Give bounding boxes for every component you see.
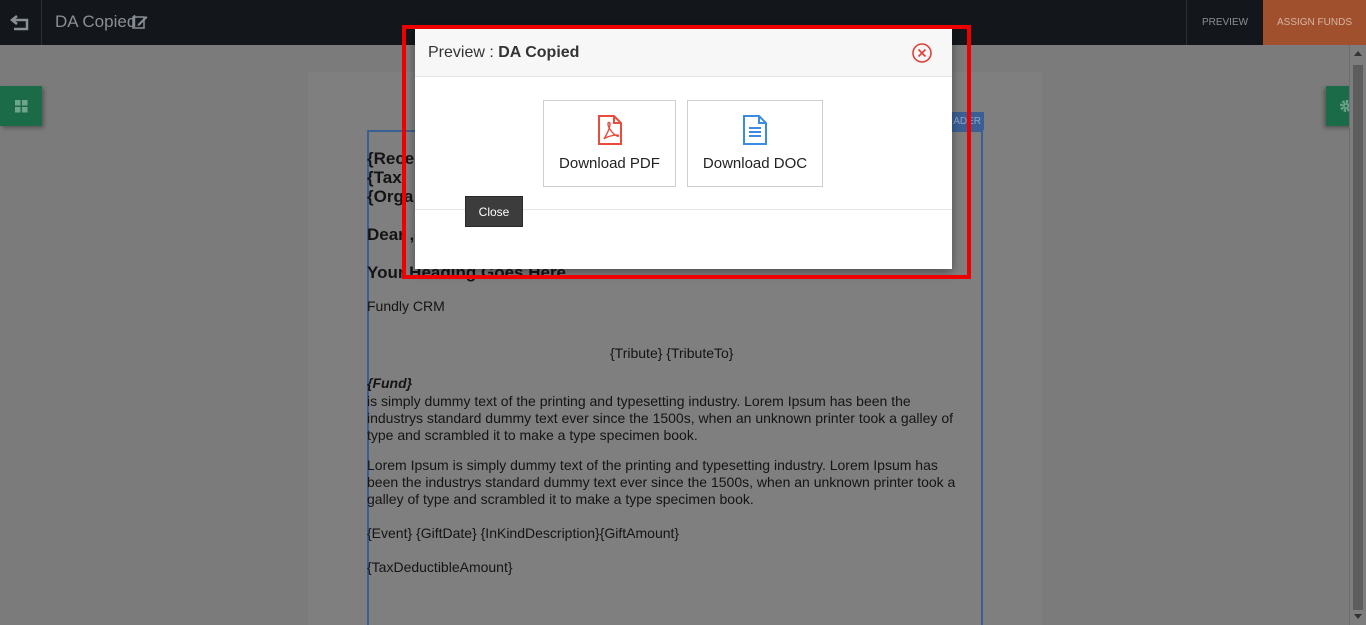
- grid-icon: [14, 99, 27, 112]
- layout-panel-button[interactable]: [0, 86, 42, 126]
- download-pdf-button[interactable]: Download PDF: [543, 100, 676, 187]
- tribute-text: {Tribute} {TributeTo}: [610, 345, 734, 361]
- fund-field: {Fund}: [367, 375, 413, 391]
- gift-fields: {Event} {GiftDate} {InKindDescription}{G…: [367, 525, 680, 541]
- vertical-scrollbar[interactable]: [1349, 45, 1366, 625]
- back-button[interactable]: [0, 0, 42, 45]
- modal-title-name: DA Copied: [498, 44, 580, 61]
- download-pdf-label: Download PDF: [559, 155, 660, 172]
- doc-file-icon: [743, 115, 767, 145]
- download-doc-label: Download DOC: [702, 155, 808, 172]
- close-button[interactable]: Close: [465, 196, 523, 227]
- modal-header: Preview : DA Copied: [415, 29, 952, 77]
- scroll-up-icon[interactable]: [1354, 51, 1362, 56]
- assign-funds-button[interactable]: ASSIGN FUNDS: [1263, 0, 1366, 45]
- preview-button[interactable]: PREVIEW: [1186, 0, 1263, 45]
- download-doc-button[interactable]: Download DOC: [687, 100, 823, 187]
- paragraph-2: Lorem Ipsum is simply dummy text of the …: [367, 457, 956, 507]
- tax-field: {Tax: [367, 168, 402, 187]
- tax-deductible-field: {TaxDeductibleAmount}: [367, 559, 513, 575]
- edit-icon[interactable]: [132, 14, 148, 30]
- paragraph-1: is simply dummy text of the printing and…: [367, 393, 953, 443]
- modal-title: Preview : DA Copied: [428, 44, 579, 62]
- modal-body: Download PDF Download DOC: [415, 77, 952, 210]
- receipt-field: {Rece: [367, 149, 415, 168]
- page-title: DA Copied: [55, 12, 137, 31]
- modal-title-prefix: Preview :: [428, 44, 499, 61]
- back-arrow-icon: [9, 14, 28, 30]
- scroll-down-icon[interactable]: [1354, 614, 1362, 619]
- organization-name: Fundly CRM: [367, 298, 445, 314]
- preview-modal: Preview : DA Copied Download PDF Downloa…: [415, 29, 952, 269]
- scroll-thumb[interactable]: [1353, 65, 1363, 610]
- close-x-icon[interactable]: [911, 42, 933, 64]
- salutation: Dear ,: [367, 225, 415, 244]
- organization-field: {Orga: [367, 187, 414, 206]
- pdf-file-icon: [597, 115, 622, 145]
